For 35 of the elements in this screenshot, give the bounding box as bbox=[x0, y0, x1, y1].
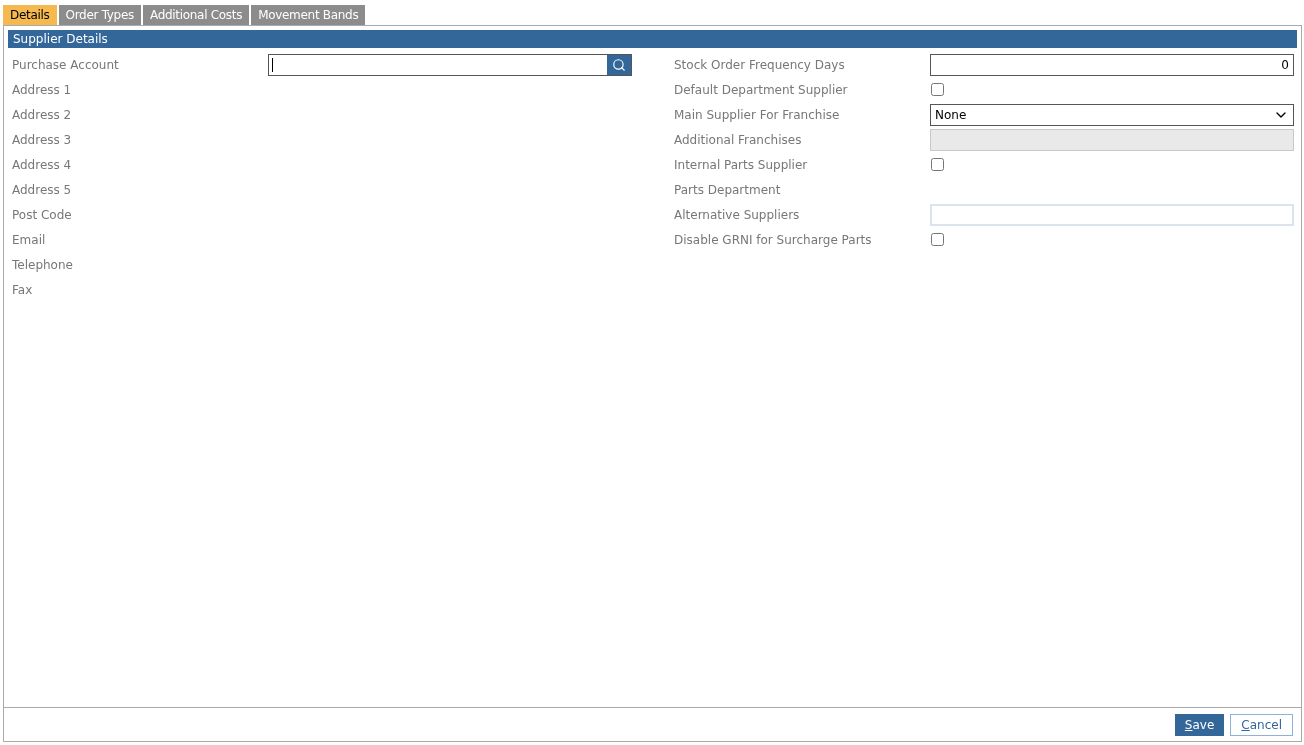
section-header: Supplier Details bbox=[8, 30, 1297, 48]
lookup-field[interactable] bbox=[268, 53, 632, 76]
checkbox[interactable] bbox=[931, 233, 944, 246]
field-label: Address 5 bbox=[12, 181, 73, 199]
cancel-button[interactable]: Cancel bbox=[1230, 713, 1293, 736]
search-button[interactable] bbox=[607, 54, 631, 75]
field-label: Stock Order Frequency Days bbox=[674, 56, 846, 74]
field-label: Disable GRNI for Surcharge Parts bbox=[674, 231, 873, 249]
text-field[interactable] bbox=[930, 203, 1294, 226]
tab[interactable]: Details bbox=[3, 5, 57, 25]
number-field[interactable]: 0 bbox=[930, 53, 1294, 76]
field-label: Address 1 bbox=[12, 81, 73, 99]
field-label: Address 3 bbox=[12, 131, 73, 149]
field-label: Internal Parts Supplier bbox=[674, 156, 809, 174]
field-label: Address 2 bbox=[12, 106, 73, 124]
search-icon bbox=[612, 57, 626, 72]
field-label: Additional Franchises bbox=[674, 131, 803, 149]
field-label: Alternative Suppliers bbox=[674, 206, 801, 224]
save-button[interactable]: Save bbox=[1174, 713, 1225, 736]
tab[interactable]: Additional Costs bbox=[142, 5, 250, 25]
field-label: Fax bbox=[12, 281, 34, 299]
field-label: Telephone bbox=[12, 256, 74, 274]
field-label: Email bbox=[12, 231, 47, 249]
field-label: Default Department Supplier bbox=[674, 81, 849, 99]
dropdown[interactable]: None bbox=[930, 103, 1294, 126]
field-label: Parts Department bbox=[674, 181, 782, 199]
field-label: Main Supplier For Franchise bbox=[674, 106, 841, 124]
checkbox[interactable] bbox=[931, 158, 944, 171]
checkbox[interactable] bbox=[931, 83, 944, 96]
tab[interactable]: Movement Bands bbox=[251, 5, 366, 25]
tab[interactable]: Order Types bbox=[58, 5, 141, 25]
text-cursor bbox=[272, 57, 273, 72]
field-label: Purchase Account bbox=[12, 56, 120, 74]
field-label: Post Code bbox=[12, 206, 73, 224]
field-label: Address 4 bbox=[12, 156, 73, 174]
